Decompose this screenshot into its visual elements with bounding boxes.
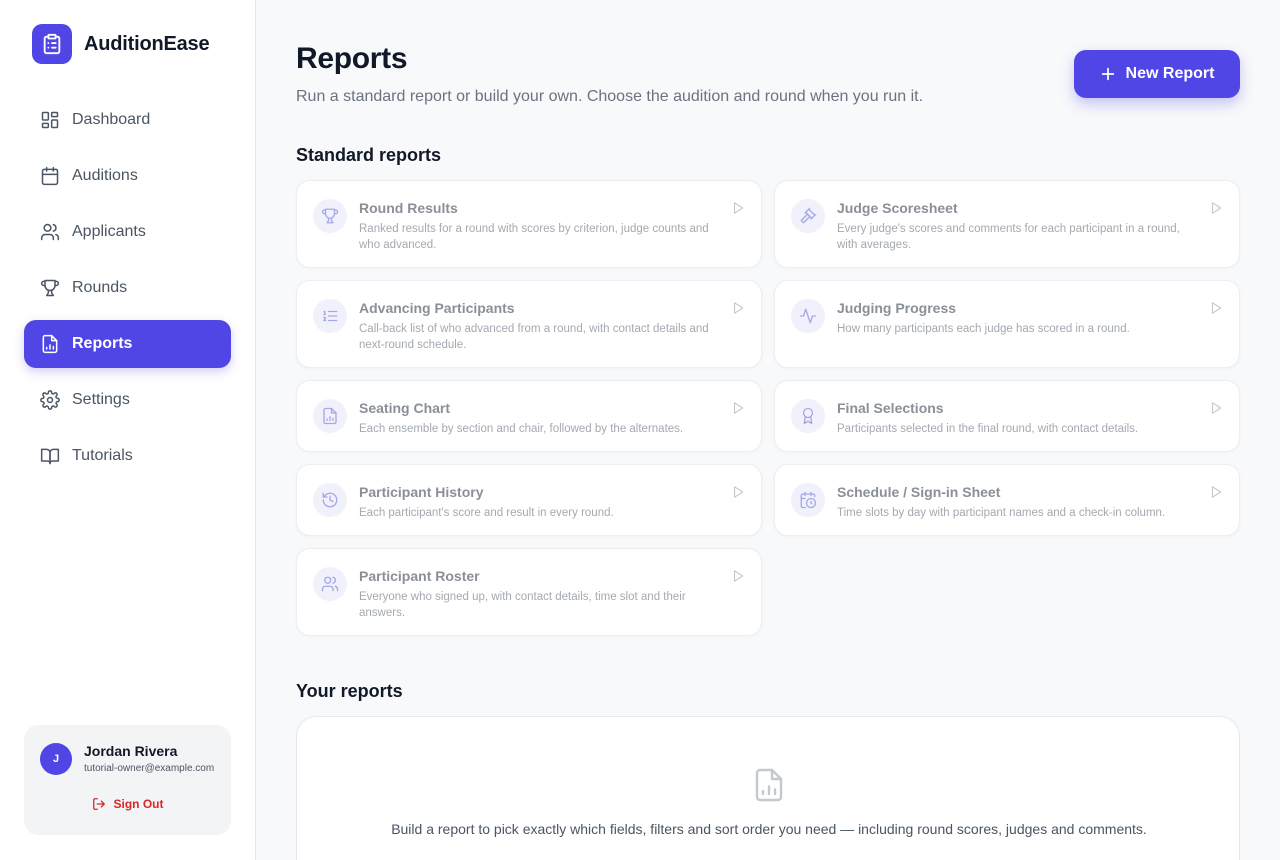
- report-description: How many participants each judge has sco…: [837, 323, 1130, 335]
- sign-out-label: Sign Out: [113, 797, 164, 811]
- report-card-seating-chart[interactable]: Seating Chart Each ensemble by section a…: [296, 380, 762, 452]
- sidebar-item-reports[interactable]: Reports: [24, 320, 231, 368]
- report-card-schedule-sign-in[interactable]: Schedule / Sign-in Sheet Time slots by d…: [774, 464, 1240, 536]
- sidebar-item-label: Tutorials: [72, 447, 133, 464]
- activity-icon: [799, 308, 817, 324]
- report-title: Final Selections: [837, 400, 944, 416]
- sign-out-button[interactable]: Sign Out: [24, 797, 231, 811]
- your-reports-title: Your reports: [296, 681, 403, 701]
- brand[interactable]: AuditionEase: [32, 24, 210, 64]
- sidebar-item-label: Applicants: [72, 223, 146, 240]
- trophy-icon: [321, 208, 339, 224]
- logout-icon: [92, 798, 105, 810]
- play-icon[interactable]: [731, 569, 745, 583]
- report-card-participant-roster[interactable]: Participant Roster Everyone who signed u…: [296, 548, 762, 636]
- award-icon: [802, 407, 814, 425]
- report-description: Each participant's score and result in e…: [359, 507, 614, 519]
- sidebar-item-rounds[interactable]: Rounds: [24, 264, 231, 312]
- users-icon: [40, 223, 60, 241]
- play-icon[interactable]: [1209, 401, 1223, 415]
- page-subtitle: Run a standard report or build your own.…: [296, 88, 924, 105]
- report-description: Each ensemble by section and chair, foll…: [359, 423, 684, 435]
- report-icon: [42, 334, 58, 354]
- report-title: Participant History: [359, 484, 484, 500]
- play-icon[interactable]: [731, 301, 745, 315]
- new-report-label: New Report: [1125, 65, 1215, 82]
- sidebar-item-label: Reports: [72, 335, 133, 352]
- sidebar-nav: Dashboard Auditions Applicants Rounds Re…: [24, 96, 231, 488]
- report-description: Ranked results for a round with scores b…: [359, 223, 709, 251]
- user-email: tutorial-owner@example.com: [84, 763, 215, 774]
- sidebar-item-tutorials[interactable]: Tutorials: [24, 432, 231, 480]
- new-report-button[interactable]: New Report: [1074, 50, 1240, 98]
- sidebar-item-label: Settings: [72, 391, 130, 408]
- gavel-icon: [800, 207, 817, 224]
- report-card-judging-progress[interactable]: Judging Progress How many participants e…: [774, 280, 1240, 368]
- play-icon[interactable]: [1209, 201, 1223, 215]
- sidebar-item-label: Dashboard: [72, 111, 151, 128]
- report-title: Seating Chart: [359, 400, 451, 416]
- brand-name: AuditionEase: [84, 32, 210, 55]
- play-icon[interactable]: [731, 401, 745, 415]
- calendar-icon: [41, 166, 59, 186]
- report-description: Everyone who signed up, with contact det…: [359, 591, 686, 619]
- sidebar-item-settings[interactable]: Settings: [24, 376, 231, 424]
- report-description: Time slots by day with participant names…: [837, 507, 1166, 519]
- report-description: Every judge's scores and comments for ea…: [837, 223, 1180, 251]
- standard-reports-title: Standard reports: [296, 145, 442, 165]
- report-title: Advancing Participants: [359, 300, 515, 316]
- plus-icon: [1101, 67, 1114, 81]
- user-card: J Jordan Rivera tutorial-owner@example.c…: [24, 725, 231, 835]
- users-icon: [321, 576, 339, 592]
- report-card-judge-scoresheet[interactable]: Judge Scoresheet Every judge's scores an…: [774, 180, 1240, 268]
- play-icon[interactable]: [1209, 485, 1223, 499]
- document-chart-icon: [323, 407, 337, 425]
- play-icon[interactable]: [731, 485, 745, 499]
- report-title: Judge Scoresheet: [837, 200, 958, 216]
- report-title: Judging Progress: [837, 300, 957, 316]
- page-title: Reports: [296, 42, 408, 75]
- history-icon: [322, 492, 338, 508]
- clipboard-icon: [32, 24, 72, 64]
- sidebar-item-label: Rounds: [72, 279, 128, 296]
- list-ordered-icon: [323, 310, 338, 322]
- sidebar-item-label: Auditions: [72, 167, 138, 184]
- document-chart-icon: [755, 768, 783, 802]
- book-icon: [40, 448, 60, 465]
- avatar: J: [40, 743, 72, 775]
- sidebar-item-applicants[interactable]: Applicants: [24, 208, 231, 256]
- sidebar-item-dashboard[interactable]: Dashboard: [24, 96, 231, 144]
- report-title: Round Results: [359, 200, 458, 216]
- report-card-final-selections[interactable]: Final Selections Participants selected i…: [774, 380, 1240, 452]
- report-title: Schedule / Sign-in Sheet: [837, 484, 1001, 500]
- trophy-icon: [40, 279, 60, 297]
- report-card-participant-history[interactable]: Participant History Each participant's s…: [296, 464, 762, 536]
- sidebar: AuditionEase Dashboard Auditions Applica…: [0, 0, 256, 860]
- your-reports-empty-state: Build a report to pick exactly which fie…: [296, 716, 1240, 860]
- report-title: Participant Roster: [359, 568, 480, 584]
- empty-state-text: Build a report to pick exactly which fie…: [391, 821, 1147, 837]
- gear-icon: [40, 390, 60, 410]
- play-icon[interactable]: [1209, 301, 1223, 315]
- report-card-advancing-participants[interactable]: Advancing Participants Call-back list of…: [296, 280, 762, 368]
- report-description: Participants selected in the final round…: [837, 423, 1139, 435]
- report-description: Call-back list of who advanced from a ro…: [359, 323, 709, 351]
- report-card-round-results[interactable]: Round Results Ranked results for a round…: [296, 180, 762, 268]
- user-name: Jordan Rivera: [84, 743, 178, 759]
- play-icon[interactable]: [731, 201, 745, 215]
- dashboard-icon: [41, 111, 59, 129]
- calendar-clock-icon: [800, 491, 817, 509]
- sidebar-item-auditions[interactable]: Auditions: [24, 152, 231, 200]
